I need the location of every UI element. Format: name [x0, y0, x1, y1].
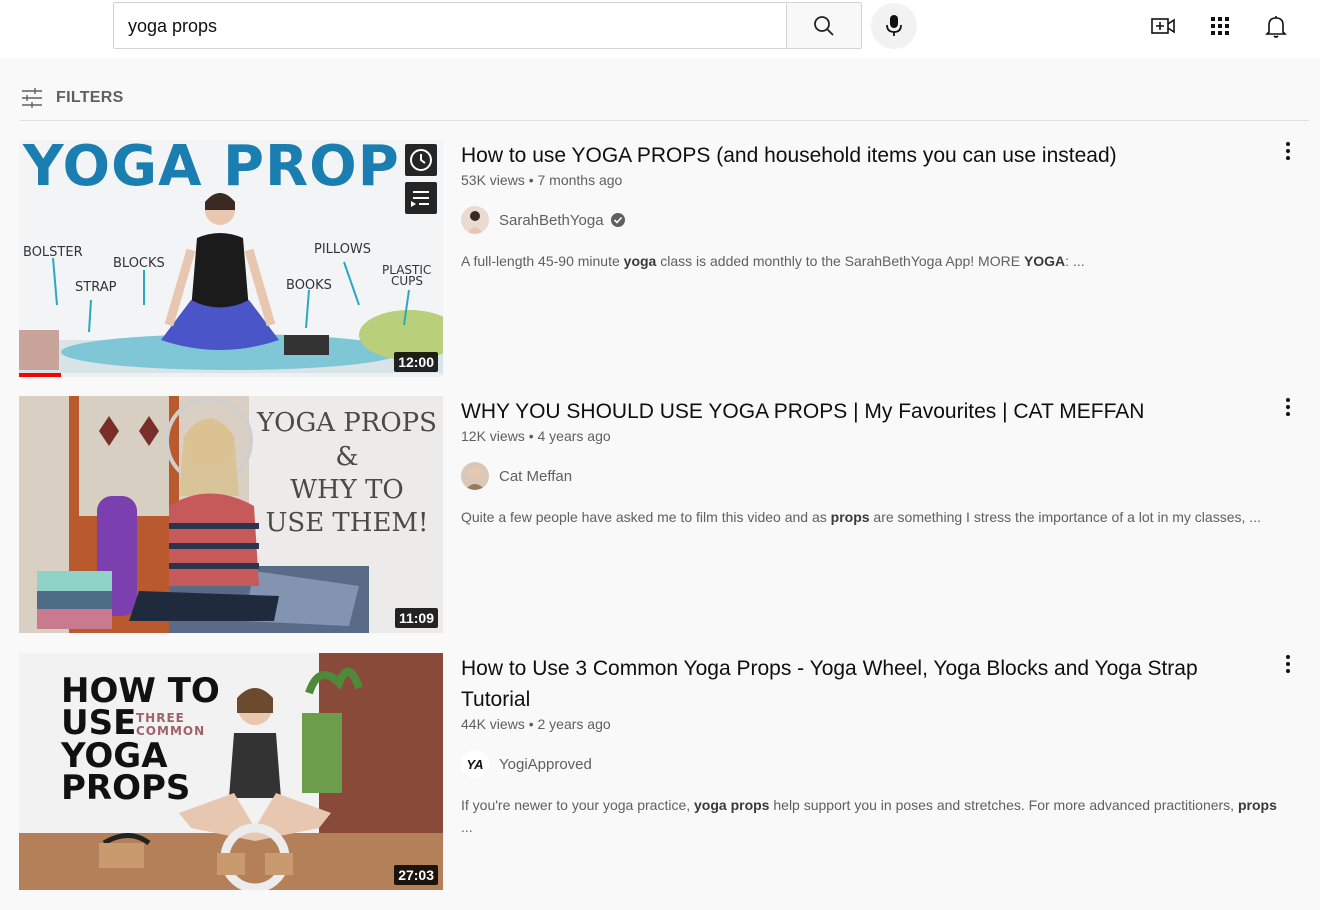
desc-highlight: props	[1237, 797, 1277, 813]
video-meta: WHY YOU SHOULD USE YOGA PROPS | My Favou…	[461, 396, 1281, 528]
thumbnail-label: BOOKS	[286, 278, 332, 293]
filters-button[interactable]: FILTERS	[20, 84, 124, 112]
channel-row[interactable]: SarahBethYoga	[461, 206, 1281, 234]
avatar[interactable]	[461, 462, 489, 490]
video-description: If you're newer to your yoga practice, y…	[461, 794, 1281, 838]
channel-name[interactable]: SarahBethYoga	[499, 212, 604, 229]
watch-later-icon[interactable]	[405, 144, 437, 176]
duration-badge: 27:03	[394, 865, 438, 885]
sliders-icon	[22, 88, 42, 108]
thumbnail-small: THREE	[136, 711, 185, 725]
thumbnail-line: USE THEM!	[265, 508, 429, 538]
bell-icon[interactable]	[1262, 12, 1290, 40]
view-count: 44K views	[461, 716, 525, 732]
desc-highlight: props	[830, 509, 870, 525]
desc-text: A full-length 45-90 minute	[461, 253, 624, 269]
thumbnail-label: STRAP	[75, 280, 117, 295]
video-title[interactable]: How to use YOGA PROPS (and household ite…	[461, 140, 1281, 171]
video-result[interactable]: HOW TO USE THREE COMMON YOGA PROPS 27:03…	[19, 653, 1309, 890]
video-result[interactable]: YOGA PROP BOLSTER BLOCKS STRAP PILLOWS B…	[19, 140, 1309, 377]
channel-row[interactable]: Cat Meffan	[461, 462, 1281, 490]
video-description: Quite a few people have asked me to film…	[461, 506, 1281, 528]
desc-highlight: yoga	[623, 253, 657, 269]
desc-text: : ...	[1065, 253, 1085, 269]
thumbnail-label: BOLSTER	[23, 245, 83, 260]
avatar[interactable]: YA	[461, 750, 489, 778]
more-vert-icon[interactable]	[1276, 396, 1300, 420]
duration-badge: 12:00	[394, 352, 438, 372]
desc-text: ...	[461, 819, 473, 835]
progress-track	[19, 373, 443, 377]
mic-icon	[886, 15, 902, 36]
top-bar	[0, 0, 1320, 58]
video-thumbnail[interactable]: YOGA PROP BOLSTER BLOCKS STRAP PILLOWS B…	[19, 140, 443, 377]
divider	[20, 120, 1309, 121]
search-button[interactable]	[786, 2, 862, 49]
video-stats: 53K views • 7 months ago	[461, 172, 623, 188]
video-meta: How to Use 3 Common Yoga Props - Yoga Wh…	[461, 653, 1281, 838]
desc-highlight: YOGA	[1023, 253, 1066, 269]
duration-badge: 11:09	[394, 608, 438, 628]
search-icon	[814, 16, 834, 36]
thumbnail-line: WHY TO	[290, 475, 404, 505]
avatar[interactable]	[461, 206, 489, 234]
video-add-icon[interactable]	[1149, 12, 1177, 40]
upload-age: 4 years ago	[537, 428, 611, 444]
view-count: 53K views	[461, 172, 525, 188]
desc-text: help support you in poses and stretches.…	[769, 797, 1238, 813]
desc-text: class is added monthly to the SarahBethY…	[656, 253, 1024, 269]
add-to-queue-icon[interactable]	[405, 182, 437, 214]
apps-grid-icon[interactable]	[1206, 12, 1234, 40]
thumbnail-label: PILLOWS	[314, 242, 372, 257]
view-count: 12K views	[461, 428, 525, 444]
video-thumbnail[interactable]: HOW TO USE THREE COMMON YOGA PROPS 27:03	[19, 653, 443, 890]
thumbnail-label: CUPS	[391, 274, 424, 288]
search-input[interactable]	[128, 13, 728, 39]
thumbnail-line: &	[335, 442, 359, 472]
desc-highlight: yoga props	[694, 797, 770, 813]
channel-row[interactable]: YA YogiApproved	[461, 750, 1281, 778]
upload-age: 2 years ago	[537, 716, 611, 732]
thumbnail-line: YOGA PROPS	[257, 408, 437, 438]
video-title[interactable]: How to Use 3 Common Yoga Props - Yoga Wh…	[461, 653, 1221, 715]
thumbnail-line: PROPS	[61, 768, 191, 808]
video-description: A full-length 45-90 minute yoga class is…	[461, 250, 1281, 272]
search-box[interactable]	[113, 2, 886, 49]
video-stats: 12K views • 4 years ago	[461, 428, 611, 444]
more-vert-icon[interactable]	[1276, 653, 1300, 677]
upload-age: 7 months ago	[537, 172, 623, 188]
avatar-initials: YA	[466, 756, 484, 772]
filters-label: FILTERS	[56, 89, 124, 106]
verified-icon	[610, 213, 625, 227]
video-stats: 44K views • 2 years ago	[461, 716, 611, 732]
channel-name[interactable]: Cat Meffan	[499, 468, 572, 485]
voice-search-button[interactable]	[871, 3, 917, 49]
video-meta: How to use YOGA PROPS (and household ite…	[461, 140, 1281, 272]
desc-text: Quite a few people have asked me to film…	[461, 509, 831, 525]
video-result[interactable]: YOGA PROPS & WHY TO USE THEM! 11:09 WHY …	[19, 396, 1309, 633]
thumbnail-headline: YOGA PROP	[23, 140, 400, 199]
desc-text: If you're newer to your yoga practice,	[461, 797, 695, 813]
more-vert-icon[interactable]	[1276, 140, 1300, 164]
desc-text: are something I stress the importance of…	[869, 509, 1261, 525]
thumbnail-label: BLOCKS	[113, 256, 165, 271]
progress-fill	[19, 373, 62, 377]
video-title[interactable]: WHY YOU SHOULD USE YOGA PROPS | My Favou…	[461, 396, 1281, 427]
channel-name[interactable]: YogiApproved	[499, 756, 592, 773]
video-thumbnail[interactable]: YOGA PROPS & WHY TO USE THEM! 11:09	[19, 396, 443, 633]
